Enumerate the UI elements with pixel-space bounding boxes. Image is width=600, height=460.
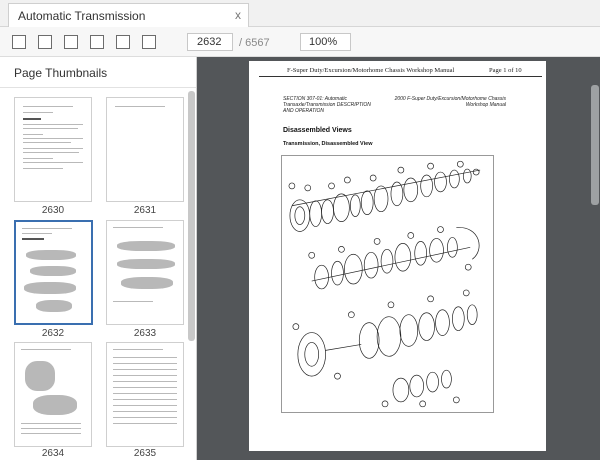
page-subheading: Transmission, Disassembled View	[283, 141, 373, 147]
thumbnail-page-2631[interactable]	[106, 97, 184, 202]
thumbnail-page-2632[interactable]	[14, 220, 93, 325]
sidebar-title: Page Thumbnails	[14, 66, 108, 80]
thumbnail-label: 2633	[133, 328, 157, 339]
transmission-exploded-diagram	[281, 155, 494, 413]
thumbnail-page-2634[interactable]	[14, 342, 92, 447]
thumbnail-page-2635[interactable]	[106, 342, 184, 447]
tab-bar: Automatic Transmission x	[0, 0, 600, 28]
toolbar-button-4-icon[interactable]	[90, 35, 104, 49]
toolbar: / 6567	[0, 27, 600, 57]
manual-title: 2000 F-Super Duty/Excursion/Motorhome Ch…	[394, 96, 506, 108]
document-viewer[interactable]: F-Super Duty/Excursion/Motorhome Chassis…	[197, 57, 600, 460]
toolbar-button-1-icon[interactable]	[12, 35, 26, 49]
thumbnail-label: 2634	[41, 448, 65, 459]
page-number-input[interactable]	[187, 33, 233, 51]
document-page: F-Super Duty/Excursion/Motorhome Chassis…	[249, 61, 546, 451]
sidebar-divider	[0, 87, 196, 88]
thumbnail-label: 2630	[41, 205, 65, 216]
page-heading: Disassembled Views	[283, 127, 352, 134]
thumbnail-label: 2632	[41, 328, 65, 339]
thumbnail-page-2633[interactable]	[106, 220, 184, 325]
close-icon[interactable]: x	[235, 8, 241, 22]
thumbnail-sidebar: Page Thumbnails 2630 2631 2632 2633 2634…	[0, 57, 197, 460]
zoom-input[interactable]	[300, 33, 351, 51]
tab-title: Automatic Transmission	[18, 9, 146, 23]
thumbnail-page-2630[interactable]	[14, 97, 92, 202]
tab-automatic-transmission[interactable]: Automatic Transmission x	[8, 3, 249, 28]
thumbnail-label: 2631	[133, 205, 157, 216]
thumbnail-label: 2635	[133, 448, 157, 459]
toolbar-button-3-icon[interactable]	[64, 35, 78, 49]
section-title: SECTION 307-01: Automatic Transaxle/Tran…	[283, 96, 371, 114]
page-header-number: Page 1 of 10	[489, 67, 522, 74]
toolbar-button-6-icon[interactable]	[142, 35, 156, 49]
toolbar-button-5-icon[interactable]	[116, 35, 130, 49]
page-header-title: F-Super Duty/Excursion/Motorhome Chassis…	[287, 67, 455, 74]
viewer-scrollbar[interactable]	[591, 85, 599, 205]
page-total: / 6567	[239, 37, 270, 49]
sidebar-scrollbar[interactable]	[188, 91, 195, 341]
toolbar-button-2-icon[interactable]	[38, 35, 52, 49]
header-rule	[259, 76, 542, 77]
